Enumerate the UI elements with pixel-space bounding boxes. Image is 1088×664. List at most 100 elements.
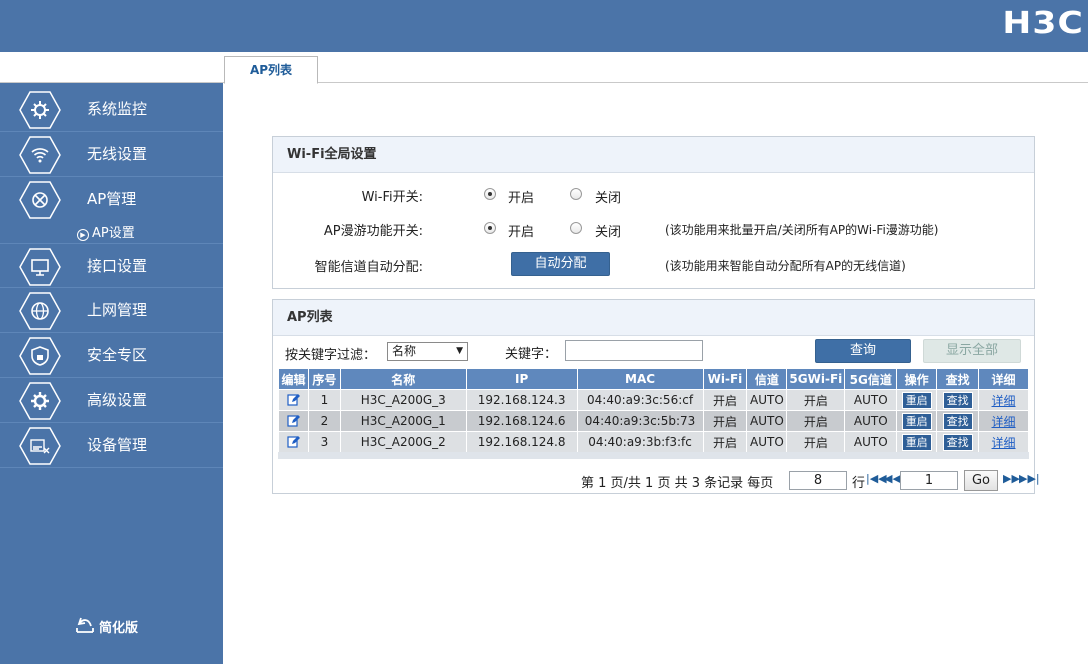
roam-note: (该功能用来批量开启/关闭所有AP的Wi-Fi漫游功能) xyxy=(665,223,939,237)
roam-off-radio[interactable] xyxy=(570,222,582,234)
cell-detail: 详细 xyxy=(978,431,1029,453)
cell-detail: 详细 xyxy=(978,410,1029,432)
next-page-icon[interactable]: ▶▶ xyxy=(1003,472,1020,485)
sidebar-item-label: AP管理 xyxy=(87,190,137,208)
sidebar-subitem-label: AP设置 xyxy=(92,226,135,241)
column-header: 编辑 xyxy=(278,368,309,390)
cell-op: 重启 xyxy=(896,431,938,453)
column-header: IP xyxy=(465,368,578,390)
detail-link[interactable]: 详细 xyxy=(992,415,1016,429)
table-row: 1 H3C_A200G_3 192.168.124.3 04:40:a9:3c:… xyxy=(278,389,1029,411)
cell-no: 3 xyxy=(307,431,341,453)
column-header: 信道 xyxy=(746,368,788,390)
edit-icon[interactable] xyxy=(287,414,300,427)
edit-icon[interactable] xyxy=(287,393,300,406)
cell-wifi5g: 开启 xyxy=(786,431,846,453)
cell-find: 查找 xyxy=(936,410,980,432)
keyword-input[interactable] xyxy=(565,340,703,361)
cell-op: 重启 xyxy=(896,389,938,411)
h3c-logo: H3C xyxy=(1002,6,1084,41)
find-button[interactable]: 查找 xyxy=(942,433,973,451)
cell-ip: 192.168.124.8 xyxy=(465,431,578,453)
auto-assign-button[interactable]: 自动分配 xyxy=(511,252,610,276)
sidebar-item-wireless[interactable]: 无线设置 xyxy=(0,132,223,177)
page-number-input[interactable]: 1 xyxy=(900,471,958,490)
detail-link[interactable]: 详细 xyxy=(992,394,1016,408)
shield-lock-icon xyxy=(19,337,61,375)
gear-icon xyxy=(19,382,61,420)
edit-cell[interactable] xyxy=(278,389,309,411)
column-header: 5G信道 xyxy=(844,368,898,390)
sidebar-item-interface[interactable]: 接口设置 xyxy=(0,243,223,288)
sidebar-item-advanced[interactable]: 高级设置 xyxy=(0,378,223,423)
sidebar-subitem-ap-settings[interactable]: ▶ AP设置 xyxy=(77,224,135,244)
sidebar-item-security[interactable]: 安全专区 xyxy=(0,333,223,378)
cell-mac: 04:40:a9:3b:f3:fc xyxy=(576,431,704,453)
query-button[interactable]: 查询 xyxy=(815,339,911,363)
wifi-off-radio[interactable] xyxy=(570,188,582,200)
sidebar-item-ap-management[interactable]: AP管理 xyxy=(0,177,223,222)
monitor-gear-icon xyxy=(19,91,61,129)
wifi-on-radio[interactable] xyxy=(484,188,496,200)
find-button[interactable]: 查找 xyxy=(942,391,973,409)
sidebar-item-device[interactable]: 设备管理 xyxy=(0,423,223,468)
dropdown-arrow-icon: ▼ xyxy=(456,346,463,356)
prev-page-icon[interactable]: ◀◀ xyxy=(884,472,901,485)
wifi-off-label: 关闭 xyxy=(595,191,622,206)
edit-cell[interactable] xyxy=(278,410,309,432)
keyword-label: 关键字： xyxy=(505,347,558,362)
cell-wifi5g: 开启 xyxy=(786,410,846,432)
per-page-input[interactable]: 8 xyxy=(789,471,847,490)
find-button[interactable]: 查找 xyxy=(942,412,973,430)
simplify-label: 简化版 xyxy=(99,621,139,636)
cell-channel: AUTO xyxy=(746,410,788,432)
top-header: H3C xyxy=(0,0,1088,52)
sidebar-item-label: 上网管理 xyxy=(87,301,148,319)
table-row: 3 H3C_A200G_2 192.168.124.8 04:40:a9:3b:… xyxy=(278,431,1029,453)
column-header: MAC xyxy=(576,368,704,390)
ap-icon xyxy=(19,181,61,219)
sidebar-item-system-monitor[interactable]: 系统监控 xyxy=(0,87,223,132)
roam-switch-label: AP漫游功能开关: xyxy=(323,224,423,239)
column-header: 序号 xyxy=(307,368,341,390)
sidebar-item-label: 无线设置 xyxy=(87,145,148,163)
rows-unit-label: 行 xyxy=(852,476,866,491)
edit-cell[interactable] xyxy=(278,431,309,453)
table-footer-bar xyxy=(278,452,1029,459)
filter-select[interactable]: 名称 ▼ xyxy=(387,342,468,361)
wifi-on-label: 开启 xyxy=(508,191,535,206)
roam-on-radio[interactable] xyxy=(484,222,496,234)
edit-icon[interactable] xyxy=(287,435,300,448)
simplify-version-link[interactable]: 简化版 xyxy=(75,614,138,636)
column-header: 详细 xyxy=(978,368,1029,390)
device-icon xyxy=(19,427,61,465)
show-all-button[interactable]: 显示全部 xyxy=(923,339,1021,363)
go-button[interactable]: Go xyxy=(964,470,998,491)
sidebar: 系统监控 无线设置 AP管理 ▶ AP设置 接口设置 上网管理 安全专区 高级设置… xyxy=(0,83,223,664)
globe-icon xyxy=(19,292,61,330)
cell-wifi5g: 开启 xyxy=(786,389,846,411)
last-page-icon[interactable]: ▶▶| xyxy=(1019,472,1040,485)
reboot-button[interactable]: 重启 xyxy=(901,433,932,451)
column-header: 名称 xyxy=(339,368,467,390)
table-header-row: 编辑 序号 名称 IP MAC Wi-Fi 信道 5GWi-Fi 5G信道 操作… xyxy=(278,368,1029,390)
tab-ap-list[interactable]: AP列表 xyxy=(224,56,318,84)
cell-channel: AUTO xyxy=(746,389,788,411)
channel-assign-label: 智能信道自动分配: xyxy=(314,260,423,275)
reboot-button[interactable]: 重启 xyxy=(901,412,932,430)
channel-note: (该功能用来智能自动分配所有AP的无线信道) xyxy=(665,259,906,273)
cell-ip: 192.168.124.3 xyxy=(465,389,578,411)
sidebar-item-label: 设备管理 xyxy=(87,436,148,454)
cell-channel5g: AUTO xyxy=(844,410,898,432)
column-header: Wi-Fi xyxy=(702,368,748,390)
chevron-right-icon: ▶ xyxy=(77,229,89,241)
cell-find: 查找 xyxy=(936,431,980,453)
filter-label: 按关键字过滤： xyxy=(285,348,377,363)
detail-link[interactable]: 详细 xyxy=(992,436,1016,450)
cell-channel5g: AUTO xyxy=(844,431,898,453)
reboot-button[interactable]: 重启 xyxy=(901,391,932,409)
cell-mac: 04:40:a9:3c:56:cf xyxy=(576,389,704,411)
cell-name: H3C_A200G_2 xyxy=(339,431,467,453)
pager-summary: 第 1 页/共 1 页 共 3 条记录 每页 xyxy=(581,476,774,491)
sidebar-item-internet[interactable]: 上网管理 xyxy=(0,288,223,333)
